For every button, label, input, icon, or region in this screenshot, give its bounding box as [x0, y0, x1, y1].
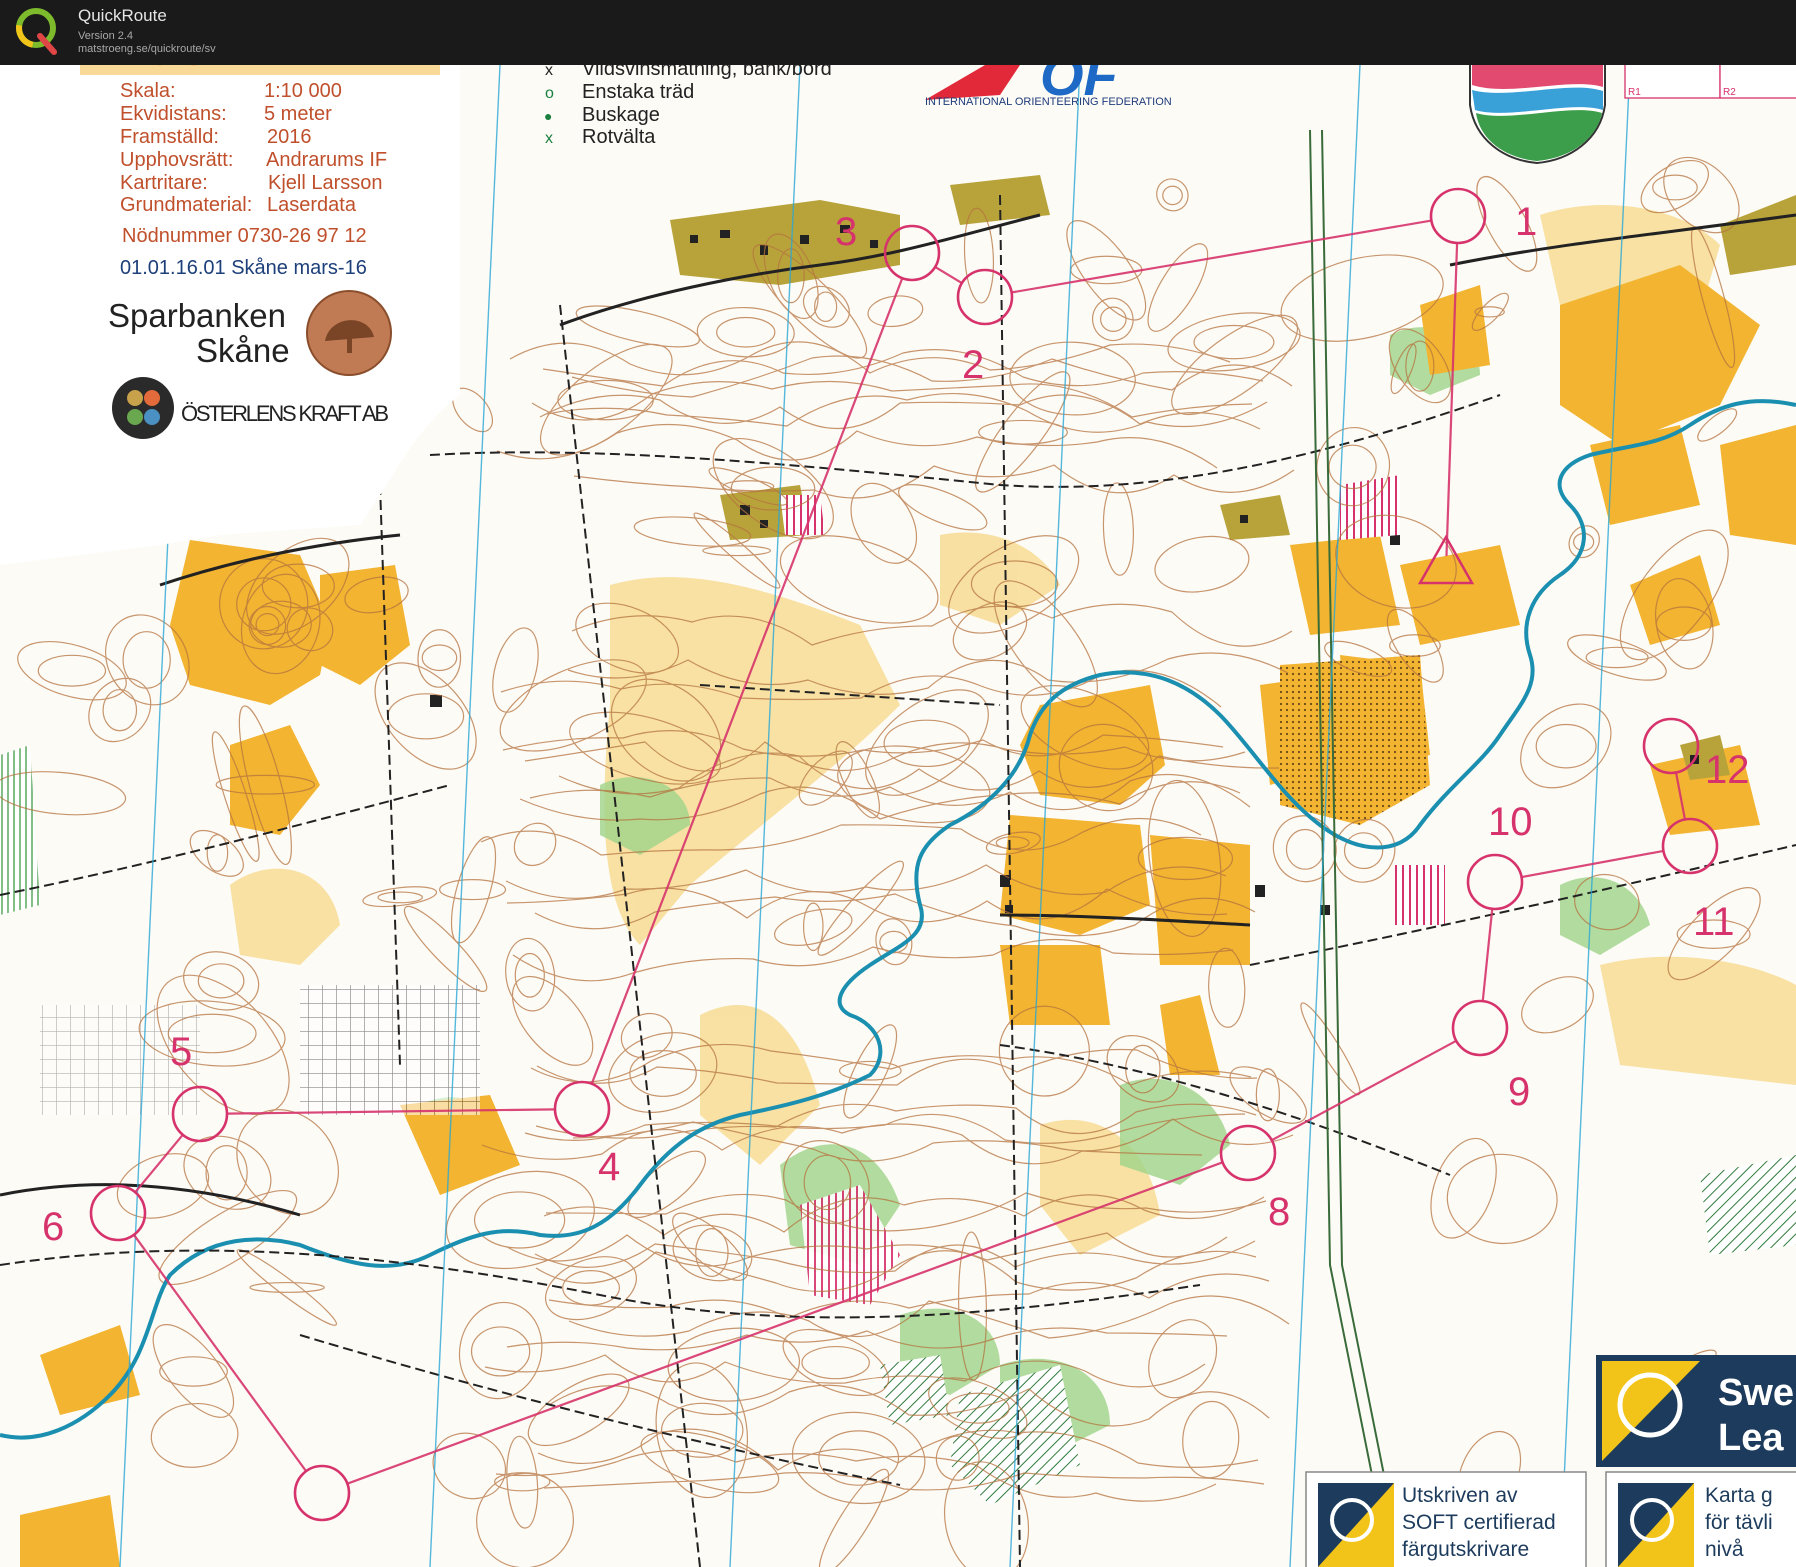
info-key-mapper: Kartritare: — [120, 172, 208, 194]
legend-symbol-1: x — [545, 65, 553, 79]
info-key-produced: Framställd: — [120, 126, 219, 148]
soft-printer-badge: Utskriven av SOFT certifierad färgutskri… — [1305, 1471, 1587, 1567]
control-number-2: 2 — [962, 343, 984, 387]
info-value-scale: 1:10 000 — [264, 80, 342, 102]
info-key-copyright: Upphovsrätt: — [120, 149, 233, 171]
legend-label-1: Vildsvinsmatning, bänk/bord — [582, 65, 832, 80]
osterlens-kraft-logo-icon — [112, 377, 174, 439]
karta-text-line2: för tävli — [1705, 1511, 1773, 1534]
info-key-base: Grundmaterial: — [120, 194, 252, 216]
orienteering-map[interactable]: OF INTERNATIONAL ORIENTEERING FEDERATION… — [0, 65, 1796, 1567]
soft-text-line2: SOFT certifierad — [1402, 1511, 1556, 1534]
registration-boxes: R1 R2 — [1624, 65, 1796, 99]
karta-text-line3: nivå — [1705, 1538, 1744, 1561]
control-number-3: 3 — [835, 210, 857, 254]
legend-symbol-4: x — [545, 130, 553, 147]
app-titlebar: QuickRoute Version 2.4 matstroeng.se/qui… — [0, 0, 1796, 66]
info-key-contour: Ekvidistans: — [120, 103, 227, 125]
control-number-8: 8 — [1268, 1190, 1290, 1234]
sponsor-bank-line2: Skåne — [196, 332, 290, 369]
control-number-11: 11 — [1693, 900, 1735, 944]
quickroute-logo-icon — [16, 8, 57, 55]
legend-label-2: Enstaka träd — [582, 81, 694, 103]
control-number-10: 10 — [1488, 800, 1533, 844]
info-value-base: Laserdata — [267, 194, 357, 216]
info-value-contour: 5 meter — [264, 103, 332, 125]
sponsor-kraft-name: ÖSTERLENS KRAFT AB — [181, 401, 389, 426]
iof-federation-text: INTERNATIONAL ORIENTEERING FEDERATION — [925, 96, 1172, 108]
urban-street-grid — [300, 985, 480, 1115]
control-number-6: 6 — [42, 1205, 64, 1249]
control-number-4: 4 — [598, 1145, 620, 1189]
legend-label-3: Buskage — [582, 104, 660, 126]
soft-text-line3: färgutskrivare — [1402, 1538, 1529, 1561]
map-canvas[interactable]: OF INTERNATIONAL ORIENTEERING FEDERATION… — [0, 65, 1796, 1567]
legend-symbol-2: o — [545, 85, 554, 102]
app-url: matstroeng.se/quickroute/sv — [78, 43, 216, 55]
app-version: Version 2.4 — [78, 30, 134, 42]
control-number-1: 1 — [1515, 200, 1537, 244]
league-banner: Swe Lea — [1596, 1355, 1796, 1467]
control-number-12: 12 — [1705, 748, 1750, 792]
box-r1-label: R1 — [1628, 87, 1641, 98]
map-code: 01.01.16.01 Skåne mars-16 — [120, 257, 367, 279]
box-r2-label: R2 — [1723, 87, 1736, 98]
karta-badge: Karta g för tävli nivå — [1605, 1471, 1796, 1567]
info-key-scale: Skala: — [120, 80, 176, 102]
emergency-number: Nödnummer 0730-26 97 12 — [122, 225, 367, 247]
sponsor-bank-line1: Sparbanken — [108, 297, 286, 334]
info-value-produced: 2016 — [267, 126, 312, 148]
forbidden-area-right — [1395, 865, 1445, 925]
info-value-mapper: Kjell Larsson — [268, 172, 383, 194]
map-title-fragment: B R U S K A R T A — [80, 65, 367, 73]
app-name: QuickRoute — [78, 6, 167, 25]
legend-label-4: Rotvälta — [582, 126, 656, 148]
league-text-line2: Lea — [1718, 1417, 1784, 1459]
control-number-9: 9 — [1508, 1070, 1530, 1114]
forbidden-area-top — [1340, 475, 1400, 540]
legend-symbol-3: ● — [544, 108, 552, 124]
control-number-5: 5 — [170, 1030, 192, 1074]
info-value-copyright: Andrarums IF — [266, 149, 387, 171]
soft-text-line1: Utskriven av — [1402, 1484, 1518, 1507]
league-text-line1: Swe — [1718, 1372, 1794, 1414]
karta-text-line1: Karta g — [1705, 1484, 1773, 1507]
